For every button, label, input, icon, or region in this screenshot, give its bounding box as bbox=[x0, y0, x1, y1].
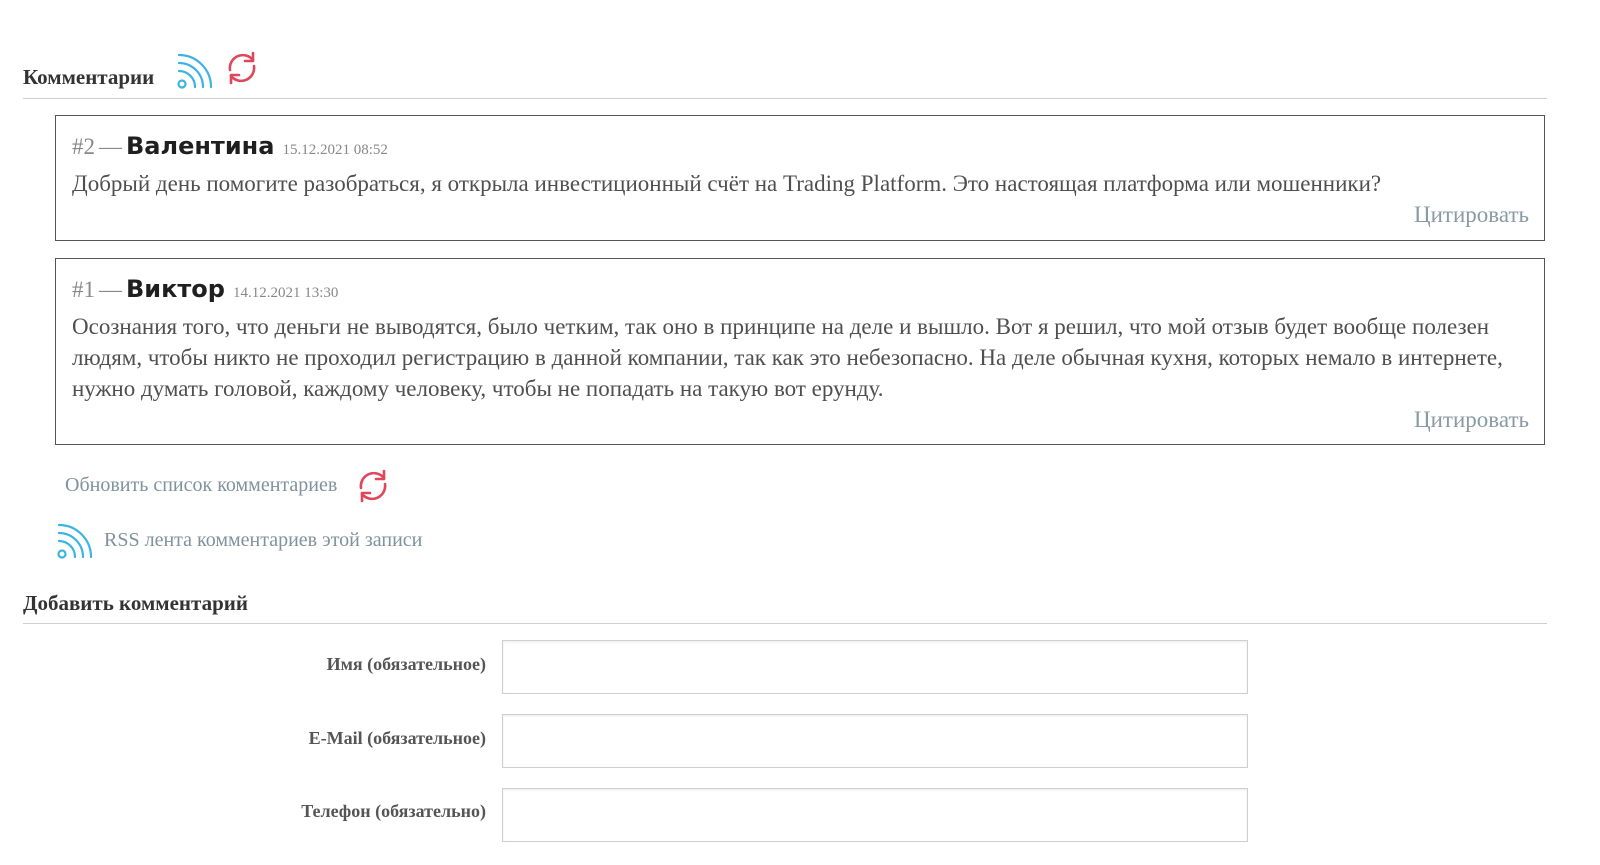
rss-icon[interactable] bbox=[175, 51, 215, 91]
email-field[interactable] bbox=[502, 714, 1248, 768]
name-field[interactable] bbox=[502, 640, 1248, 694]
comments-title: Комментарии bbox=[23, 65, 155, 89]
comment-item: #1 — Виктор 14.12.2021 13:30 Осознания т… bbox=[55, 258, 1545, 445]
comment-number: #1 bbox=[72, 277, 95, 302]
quote-link[interactable]: Цитировать bbox=[1414, 407, 1529, 433]
comment-dash: — bbox=[99, 134, 122, 159]
name-label: Имя (обязательное) bbox=[326, 654, 486, 674]
comment-author: Виктор bbox=[126, 275, 225, 303]
add-comment-title: Добавить комментарий bbox=[23, 591, 248, 615]
refresh-comments-link[interactable]: Обновить список комментариев bbox=[65, 474, 337, 497]
email-label: E-Mail (обязательное) bbox=[308, 728, 486, 748]
comment-date: 15.12.2021 08:52 bbox=[282, 142, 388, 158]
comment-meta: #1 — Виктор 14.12.2021 13:30 bbox=[72, 275, 338, 303]
phone-label: Телефон (обязательно) bbox=[301, 801, 486, 821]
phone-field[interactable] bbox=[502, 788, 1248, 842]
rss-comments-link[interactable]: RSS лента комментариев этой записи bbox=[104, 529, 422, 552]
comment-dash: — bbox=[99, 277, 122, 302]
refresh-icon[interactable] bbox=[353, 466, 393, 506]
comment-text: Осознания того, что деньги не выводятся,… bbox=[72, 314, 1503, 401]
page: Комментарии #2 — Валентина 15.12.2021 08… bbox=[0, 0, 1600, 865]
comment-number: #2 bbox=[72, 134, 95, 159]
rss-icon[interactable] bbox=[55, 521, 95, 561]
comment-item: #2 — Валентина 15.12.2021 08:52 Добрый д… bbox=[55, 115, 1545, 241]
refresh-icon[interactable] bbox=[222, 48, 262, 88]
comment-author: Валентина bbox=[126, 132, 275, 160]
comment-text: Добрый день помогите разобраться, я откр… bbox=[72, 171, 1382, 196]
add-comment-header: Добавить комментарий bbox=[23, 588, 1547, 624]
quote-link[interactable]: Цитировать bbox=[1414, 202, 1529, 228]
comment-date: 14.12.2021 13:30 bbox=[232, 285, 339, 301]
comments-header: Комментарии bbox=[23, 46, 1547, 99]
comment-meta: #2 — Валентина 15.12.2021 08:52 bbox=[72, 132, 388, 160]
